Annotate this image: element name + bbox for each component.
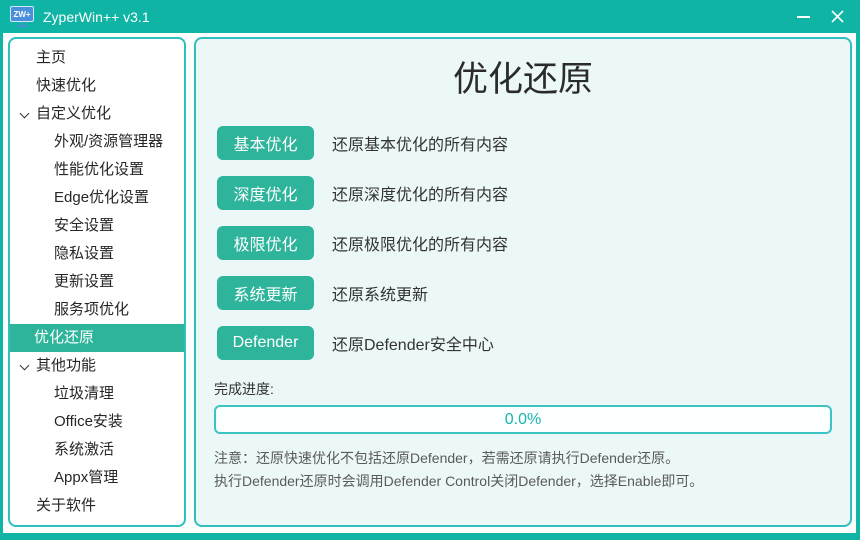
app-window: ZW+ ZyperWin++ v3.1 主页快速优化自定义优化外观/资源管理器性…	[0, 0, 860, 540]
close-button[interactable]	[820, 0, 854, 33]
sidebar-item-label: Edge优化设置	[54, 189, 149, 206]
sidebar-item-8[interactable]: 隐私设置	[10, 240, 184, 268]
sidebar-item-1[interactable]: 主页	[10, 44, 184, 72]
minimize-button[interactable]	[786, 0, 820, 33]
restore-button-5[interactable]: Defender	[217, 326, 314, 360]
sidebar-item-3[interactable]: 自定义优化	[10, 100, 184, 128]
close-icon	[831, 10, 844, 23]
sidebar-item-label: 关于软件	[36, 497, 96, 514]
page-title: 优化还原	[214, 59, 832, 101]
sidebar-item-label: 更新设置	[54, 273, 114, 290]
restore-description: 还原Defender安全中心	[332, 331, 494, 355]
sidebar-item-label: 自定义优化	[36, 105, 111, 122]
sidebar-item-label: Appx管理	[54, 469, 118, 486]
action-row: Defender 还原Defender安全中心	[217, 326, 832, 360]
action-row: 基本优化还原基本优化的所有内容	[217, 126, 832, 160]
notes: 注意：还原快速优化不包括还原Defender，若需还原请执行Defender还原…	[214, 447, 832, 493]
sidebar-item-label: 快速优化	[36, 77, 96, 94]
main-panel: 优化还原 基本优化还原基本优化的所有内容深度优化还原深度优化的所有内容极限优化还…	[194, 37, 852, 527]
restore-description: 还原极限优化的所有内容	[332, 231, 508, 255]
sidebar-item-label: 外观/资源管理器	[54, 133, 163, 150]
sidebar-item-label: Office安装	[54, 413, 123, 430]
sidebar-item-15[interactable]: 系统激活	[10, 436, 184, 464]
sidebar-item-label: 系统激活	[54, 441, 114, 458]
restore-description: 还原深度优化的所有内容	[332, 181, 508, 205]
restore-button-2[interactable]: 深度优化	[217, 176, 314, 210]
app-logo-text: ZW+	[10, 6, 34, 22]
restore-button-1[interactable]: 基本优化	[217, 126, 314, 160]
action-row: 系统更新还原系统更新	[217, 276, 832, 310]
progress-bar: 0.0%	[214, 405, 832, 434]
restore-button-3[interactable]: 极限优化	[217, 226, 314, 260]
sidebar-item-label: 安全设置	[54, 217, 114, 234]
sidebar-item-2[interactable]: 快速优化	[10, 72, 184, 100]
action-row: 极限优化还原极限优化的所有内容	[217, 226, 832, 260]
window-title: ZyperWin++ v3.1	[43, 9, 150, 25]
sidebar-item-4[interactable]: 外观/资源管理器	[10, 128, 184, 156]
progress-value: 0.0%	[216, 407, 830, 432]
sidebar-item-label: 垃圾清理	[54, 385, 114, 402]
sidebar-item-9[interactable]: 更新设置	[10, 268, 184, 296]
chevron-down-icon	[20, 109, 30, 119]
sidebar-item-6[interactable]: Edge优化设置	[10, 184, 184, 212]
restore-actions: 基本优化还原基本优化的所有内容深度优化还原深度优化的所有内容极限优化还原极限优化…	[217, 126, 832, 360]
sidebar-item-label: 优化还原	[34, 329, 94, 346]
restore-button-4[interactable]: 系统更新	[217, 276, 314, 310]
app-logo-icon: ZW+	[10, 6, 34, 27]
restore-description: 还原系统更新	[332, 281, 428, 305]
minimize-icon	[797, 16, 810, 18]
chevron-down-icon	[20, 361, 30, 371]
sidebar-item-7[interactable]: 安全设置	[10, 212, 184, 240]
sidebar-nav: 主页快速优化自定义优化外观/资源管理器性能优化设置 Edge优化设置安全设置隐私设…	[8, 37, 186, 527]
sidebar-item-12[interactable]: 其他功能	[10, 352, 184, 380]
sidebar-item-label: 其他功能	[36, 357, 96, 374]
note-line-2: 执行Defender还原时会调用Defender Control关闭Defend…	[214, 470, 832, 493]
progress-label: 完成进度:	[214, 379, 832, 399]
sidebar-item-label: 主页	[36, 49, 66, 66]
sidebar-item-label: 服务项优化	[54, 301, 129, 318]
sidebar-item-5[interactable]: 性能优化设置	[10, 156, 184, 184]
title-bar: ZW+ ZyperWin++ v3.1	[0, 0, 860, 33]
sidebar-item-13[interactable]: 垃圾清理	[10, 380, 184, 408]
restore-description: 还原基本优化的所有内容	[332, 131, 508, 155]
sidebar-item-label: 性能优化设置	[54, 161, 144, 178]
sidebar-item-11[interactable]: 优化还原	[10, 324, 184, 352]
sidebar-item-10[interactable]: 服务项优化	[10, 296, 184, 324]
sidebar-item-17[interactable]: 关于软件	[10, 492, 184, 520]
action-row: 深度优化还原深度优化的所有内容	[217, 176, 832, 210]
sidebar-item-label: 隐私设置	[54, 245, 114, 262]
sidebar-item-14[interactable]: Office安装	[10, 408, 184, 436]
note-line-1: 注意：还原快速优化不包括还原Defender，若需还原请执行Defender还原…	[214, 447, 832, 470]
sidebar-item-16[interactable]: Appx管理	[10, 464, 184, 492]
